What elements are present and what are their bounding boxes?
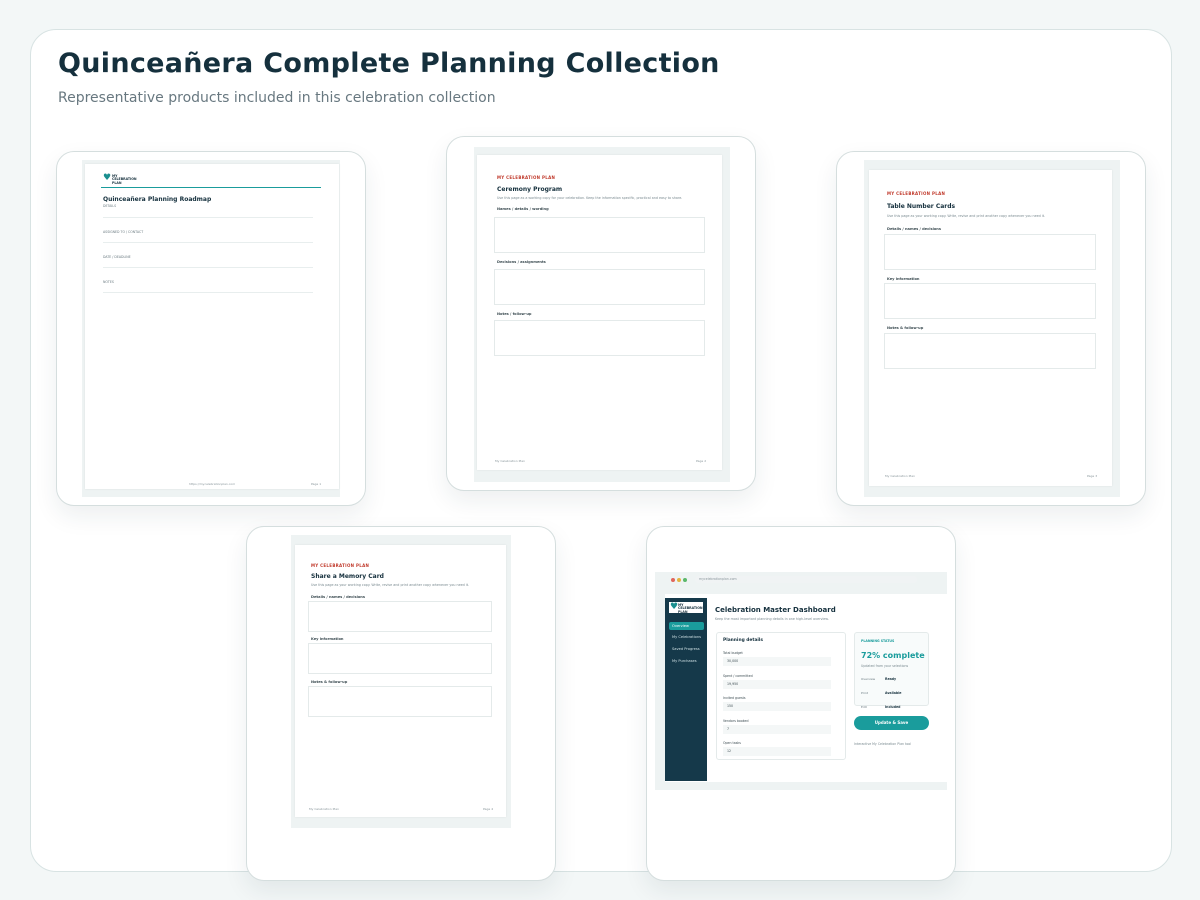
section-label: Key information (311, 637, 344, 641)
product-card-memory-card[interactable]: MY CELEBRATION PLAN Share a Memory Card … (246, 526, 556, 881)
field-value: 150 (723, 702, 831, 711)
window-close-icon (671, 578, 675, 582)
window-minimize-icon (677, 578, 681, 582)
heart-logo-icon: ♥ (103, 173, 112, 183)
writing-box (884, 234, 1096, 270)
dashboard-preview: mycelebrationplan.com ♥ MY CELEBRATION P… (655, 572, 947, 790)
section-label: Decisions / assignments (497, 260, 546, 264)
field-label: Vendors booked (723, 719, 749, 723)
heart-logo-icon: ♥ (670, 602, 679, 612)
writing-box (884, 283, 1096, 319)
field-value: 12 (723, 747, 831, 756)
planning-status-card: PLANNING STATUS 72% complete Updated fro… (854, 632, 929, 709)
section-label: Details / names / decisions (311, 595, 366, 599)
footer-left: My Celebration Plan (309, 807, 339, 811)
brand-logo: ♥ MY CELEBRATION PLAN (669, 602, 703, 614)
footer-url: https://mycelebrationplan.com (189, 482, 236, 486)
document-description: Use this page as a working copy for your… (497, 196, 683, 200)
nav-saved-progress: Saved Progress (672, 647, 700, 651)
status-value: 72% complete (861, 651, 925, 660)
field-label: ASSIGNED TO / CONTACT (103, 230, 144, 234)
brand-label: MY CELEBRATION PLAN (497, 175, 556, 180)
section-label: Names / details / wording (497, 207, 549, 211)
field-rule (103, 217, 313, 218)
page-subtitle: Representative products included in this… (58, 90, 496, 106)
footer-left: My Celebration Plan (495, 459, 525, 463)
document-page: MY CELEBRATION PLAN Table Number Cards U… (869, 170, 1112, 486)
document-page: MY CELEBRATION PLAN Ceremony Program Use… (477, 155, 722, 470)
field-rule (103, 242, 313, 243)
status-row-key: Edit (861, 705, 867, 709)
product-card-roadmap[interactable]: ♥ MY CELEBRATION PLAN Quinceañera Planni… (56, 151, 366, 506)
sidebar: ♥ MY CELEBRATION PLAN Overview My Celebr… (665, 598, 707, 781)
page-title: Quinceañera Complete Planning Collection (58, 48, 720, 79)
nav-my-celebrations: My Celebrations (672, 635, 702, 639)
field-rule (103, 292, 313, 293)
field-label: Invited guests (723, 696, 746, 700)
field-label: DATE / DEADLINE (103, 255, 131, 259)
field-label: Total budget (723, 651, 743, 655)
brand-label: MY CELEBRATION PLAN (311, 563, 370, 568)
section-label: Notes & follow-up (887, 326, 924, 330)
product-card-dashboard[interactable]: mycelebrationplan.com ♥ MY CELEBRATION P… (646, 526, 956, 881)
section-label: Details / names / decisions (887, 227, 942, 231)
footer-page: Page 1 (311, 482, 322, 486)
section-label: Key information (887, 277, 920, 281)
writing-box (308, 686, 492, 717)
footer-page: Page 3 (1087, 474, 1098, 478)
address-bar: mycelebrationplan.com (695, 576, 917, 583)
field-label: Spent / committed (723, 674, 753, 678)
status-row-key: Print (861, 691, 868, 695)
field-value: 30,000 (723, 657, 831, 666)
dashboard-title: Celebration Master Dashboard (715, 606, 836, 614)
nav-my-purchases: My Purchases (672, 659, 697, 663)
writing-box (494, 320, 705, 356)
field-label: Open tasks (723, 741, 741, 745)
field-label: NOTES (103, 280, 114, 284)
product-card-ceremony-program[interactable]: MY CELEBRATION PLAN Ceremony Program Use… (446, 136, 756, 491)
section-label: Notes / follow-up (497, 312, 532, 316)
dashboard-description: Keep the most important planning details… (715, 617, 829, 621)
status-row-key: Overview (861, 677, 876, 681)
field-value: 19,950 (723, 680, 831, 689)
product-card-table-number-cards[interactable]: MY CELEBRATION PLAN Table Number Cards U… (836, 151, 1146, 506)
document-title: Ceremony Program (497, 186, 563, 193)
status-row-value: Ready (885, 677, 897, 681)
status-heading: PLANNING STATUS (861, 639, 895, 643)
document-description: Use this page as your working copy. Writ… (311, 583, 470, 587)
update-save-button[interactable]: Update & Save (854, 716, 929, 730)
document-title: Table Number Cards (887, 203, 956, 210)
writing-box (308, 643, 492, 674)
field-rule (103, 267, 313, 268)
nav-overview: Overview (669, 622, 704, 630)
dashboard-footer: Interactive My Celebration Plan tool (854, 742, 912, 746)
writing-box (884, 333, 1096, 369)
document-title: Quinceañera Planning Roadmap (103, 196, 212, 203)
field-value: 7 (723, 725, 831, 734)
footer-page: Page 4 (483, 807, 494, 811)
footer-left: My Celebration Plan (885, 474, 915, 478)
footer-page: Page 2 (696, 459, 707, 463)
header-rule (101, 187, 321, 188)
document-page: MY CELEBRATION PLAN Share a Memory Card … (295, 545, 506, 817)
document-description: Use this page as your working copy. Writ… (887, 214, 1046, 218)
writing-box (494, 217, 705, 253)
status-row-value: Available (885, 691, 902, 695)
writing-box (308, 601, 492, 632)
status-row-value: Included (885, 705, 901, 709)
details-label: DETAILS (103, 204, 117, 208)
status-note: Updated from your selections (861, 664, 909, 668)
writing-box (494, 269, 705, 305)
planning-details-title: Planning details (723, 638, 764, 643)
window-maximize-icon (683, 578, 687, 582)
document-page: ♥ MY CELEBRATION PLAN Quinceañera Planni… (85, 164, 339, 489)
section-label: Notes & follow-up (311, 680, 348, 684)
document-title: Share a Memory Card (311, 573, 384, 580)
brand-label: MY CELEBRATION PLAN (887, 191, 946, 196)
planning-details-card: Planning details Total budget 30,000 Spe… (716, 632, 846, 760)
